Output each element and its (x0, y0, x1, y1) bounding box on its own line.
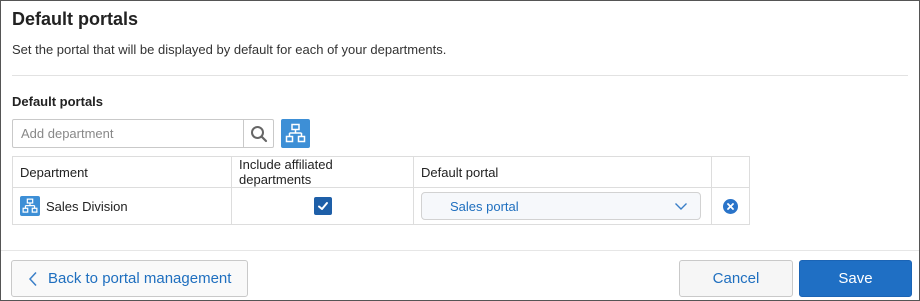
header-include-affiliated: Include affiliated departments (231, 156, 414, 188)
org-chart-button[interactable] (281, 119, 310, 148)
department-name: Sales Division (46, 198, 128, 214)
footer-divider (1, 250, 919, 251)
cancel-button[interactable]: Cancel (679, 260, 793, 297)
department-table: Department Include affiliated department… (12, 156, 750, 225)
remove-row-button[interactable] (723, 199, 738, 215)
back-to-portal-management-button[interactable]: Back to portal management (11, 260, 248, 297)
save-button[interactable]: Save (799, 260, 912, 297)
section-title: Default portals (12, 94, 104, 109)
default-portal-cell: Sales portal (413, 187, 712, 225)
department-search (12, 119, 274, 148)
add-department-input[interactable] (13, 120, 243, 147)
chevron-down-icon (675, 202, 687, 210)
header-divider (12, 75, 908, 76)
chevron-left-icon (28, 271, 37, 286)
table-header-row: Department Include affiliated department… (12, 156, 750, 188)
default-portal-value: Sales portal (450, 198, 519, 214)
header-actions (711, 156, 750, 188)
header-department: Department (12, 156, 232, 188)
header-default-portal: Default portal (413, 156, 712, 188)
department-icon (20, 196, 40, 216)
org-chart-icon (285, 123, 306, 143)
page-title: Default portals (12, 9, 139, 29)
remove-cell (711, 187, 750, 225)
include-affiliated-cell (231, 187, 414, 225)
department-cell: Sales Division (12, 187, 232, 225)
page-description: Set the portal that will be displayed by… (12, 42, 447, 57)
include-affiliated-checkbox[interactable] (313, 197, 332, 215)
default-portal-select[interactable]: Sales portal (421, 192, 701, 220)
back-button-label: Back to portal management (48, 270, 232, 287)
search-button[interactable] (243, 120, 273, 147)
check-icon (317, 202, 328, 210)
remove-icon (727, 203, 734, 210)
table-row: Sales Division Sales portal (12, 187, 750, 225)
search-icon (250, 125, 267, 142)
